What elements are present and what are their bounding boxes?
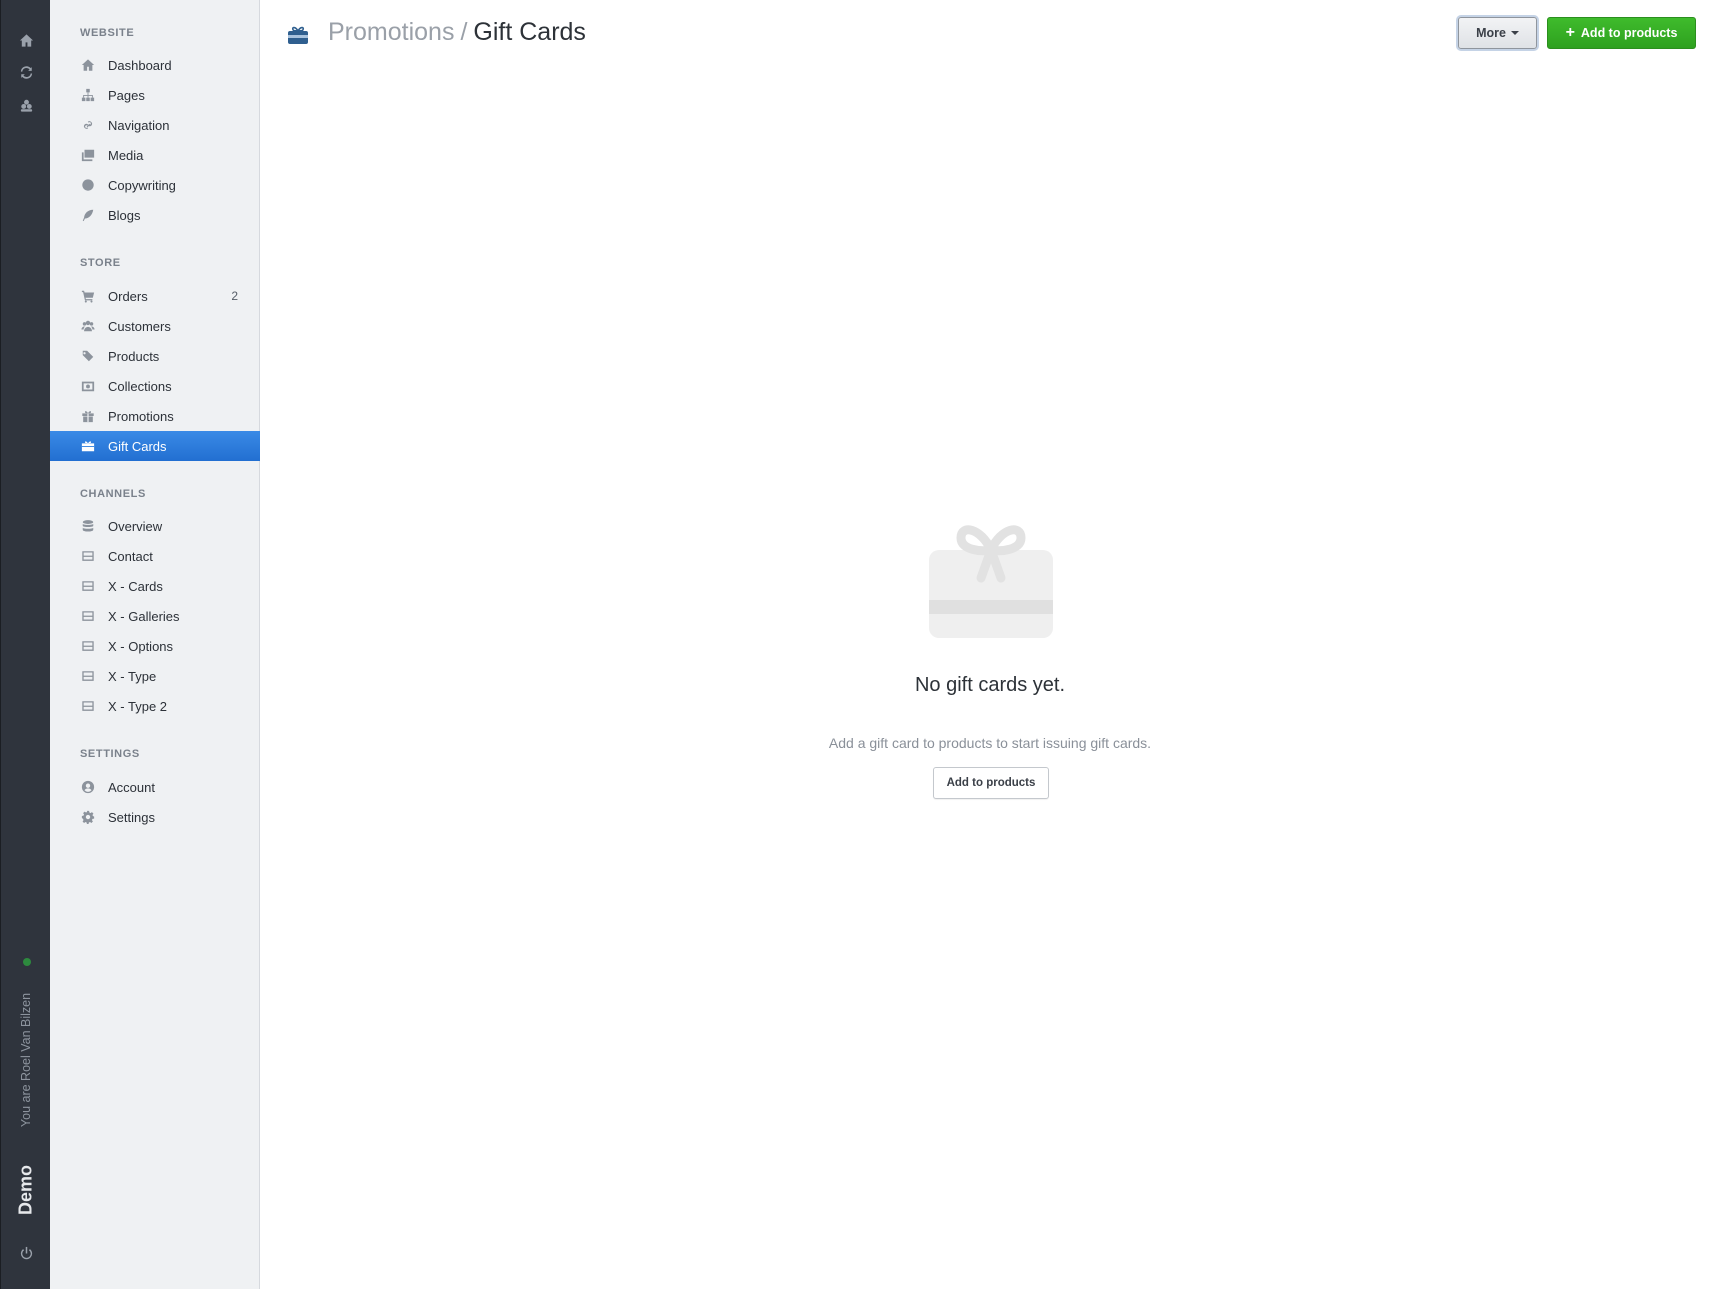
inbox-icon [80, 609, 95, 624]
inbox-icon [80, 549, 95, 564]
refresh-icon[interactable] [15, 61, 37, 83]
add-to-products-label: Add to products [1580, 26, 1678, 40]
gear-icon [80, 810, 95, 825]
empty-state-add-label: Add to products [946, 777, 1036, 789]
sidebar-item-customers[interactable]: Customers [50, 311, 260, 341]
gift-icon [80, 409, 95, 424]
more-dropdown-button[interactable]: More [1458, 17, 1537, 49]
sidebar-item-x-galleries[interactable]: X - Galleries [50, 601, 260, 631]
sidebar-item-navigation[interactable]: Navigation [50, 110, 260, 140]
users-icon [80, 319, 95, 334]
sidebar-item-label: X - Type [108, 668, 157, 684]
sidebar-item-label: Pages [108, 87, 145, 103]
sidebar-item-label: Orders [108, 288, 148, 304]
user-circle-icon [80, 780, 95, 795]
sidebar-item-label: Products [108, 348, 160, 364]
tags-icon [80, 349, 95, 364]
power-icon[interactable] [15, 1242, 37, 1264]
sidebar-item-label: Account [108, 779, 155, 795]
section-title-store: STORE [80, 257, 121, 269]
sidebar-item-label: Media [108, 147, 144, 163]
sidebar-item-label: Blogs [108, 207, 141, 223]
gift-card-icon [80, 439, 95, 454]
sidebar-item-label: Contact [108, 548, 153, 564]
sidebar-item-label: Navigation [108, 117, 170, 133]
sidebar-item-products[interactable]: Products [50, 341, 260, 371]
empty-state-add-button[interactable]: Add to products [933, 767, 1049, 799]
orders-count-badge: 2 [231, 289, 238, 303]
sidebar-item-pages[interactable]: Pages [50, 80, 260, 110]
sidebar-item-gift-cards[interactable]: Gift Cards [50, 431, 260, 461]
empty-state-subtitle: Add a gift card to products to start iss… [828, 735, 1152, 751]
online-status-dot [23, 958, 31, 966]
sidebar-item-label: Promotions [108, 408, 174, 424]
sidebar-item-label: Collections [108, 378, 172, 394]
sidebar-item-x-type[interactable]: X - Type [50, 661, 260, 691]
more-button-label: More [1476, 26, 1506, 40]
cart-icon [80, 289, 95, 304]
inbox-icon [80, 579, 95, 594]
database-icon [80, 519, 95, 534]
sidebar-item-label: X - Type 2 [108, 698, 168, 714]
sidebar-item-settings[interactable]: Settings [50, 802, 260, 832]
current-user-label-wrap: You are Roel Van Bilzen [15, 985, 37, 1135]
images-icon [80, 148, 95, 163]
inbox-icon [80, 669, 95, 684]
caret-down-icon [1510, 31, 1519, 35]
sidebar-item-contact[interactable]: Contact [50, 541, 260, 571]
sidebar-item-dashboard[interactable]: Dashboard [50, 50, 260, 80]
site-name: Demo [15, 1164, 36, 1216]
sidebar-item-label: Gift Cards [108, 438, 167, 454]
sidebar-item-label: Dashboard [108, 57, 172, 73]
sitemap-icon [80, 88, 95, 103]
sidebar: WEBSITE Dashboard Pages Navigation Media… [50, 0, 260, 1289]
sidebar-item-label: X - Cards [108, 578, 163, 594]
current-user-label: You are Roel Van Bilzen [19, 992, 33, 1128]
plus-icon: + [1565, 24, 1575, 41]
collection-icon [80, 379, 95, 394]
sidebar-item-x-cards[interactable]: X - Cards [50, 571, 260, 601]
users-icon[interactable] [15, 94, 37, 116]
sidebar-item-label: Customers [108, 318, 171, 334]
section-title-settings: SETTINGS [80, 748, 140, 760]
page-title-text: Gift Cards [473, 18, 586, 46]
sidebar-item-x-options[interactable]: X - Options [50, 631, 260, 661]
gift-card-icon [287, 24, 309, 46]
page-title: Promotions / Gift Cards [328, 18, 586, 47]
sidebar-item-label: Settings [108, 809, 155, 825]
globe-icon [80, 178, 95, 193]
add-to-products-button[interactable]: + Add to products [1547, 17, 1696, 49]
feather-icon [80, 208, 95, 223]
site-switcher[interactable]: Demo [11, 1160, 41, 1220]
sidebar-item-overview[interactable]: Overview [50, 511, 260, 541]
section-title-website: WEBSITE [80, 27, 135, 39]
link-icon [80, 118, 95, 133]
sidebar-item-label: X - Galleries [108, 608, 180, 624]
empty-state-title: No gift cards yet. [914, 674, 1066, 696]
inbox-icon [80, 639, 95, 654]
home-icon[interactable] [15, 29, 37, 51]
inbox-icon [80, 699, 95, 714]
sidebar-item-collections[interactable]: Collections [50, 371, 260, 401]
sidebar-item-copywriting[interactable]: Copywriting [50, 170, 260, 200]
sidebar-item-account[interactable]: Account [50, 772, 260, 802]
sidebar-item-label: Overview [108, 518, 163, 534]
breadcrumb-separator: / [460, 18, 468, 46]
app-rail: You are Roel Van Bilzen Demo [0, 0, 50, 1289]
sidebar-item-promotions[interactable]: Promotions [50, 401, 260, 431]
home-icon [80, 58, 95, 73]
section-title-channels: CHANNELS [80, 488, 146, 500]
sidebar-item-label: X - Options [108, 638, 174, 654]
sidebar-item-blogs[interactable]: Blogs [50, 200, 260, 230]
sidebar-item-x-type-2[interactable]: X - Type 2 [50, 691, 260, 721]
gift-card-illustration [927, 520, 1055, 640]
sidebar-item-orders[interactable]: Orders 2 [50, 281, 260, 311]
sidebar-item-media[interactable]: Media [50, 140, 260, 170]
breadcrumb-promotions[interactable]: Promotions [328, 18, 454, 46]
sidebar-item-label: Copywriting [108, 177, 176, 193]
